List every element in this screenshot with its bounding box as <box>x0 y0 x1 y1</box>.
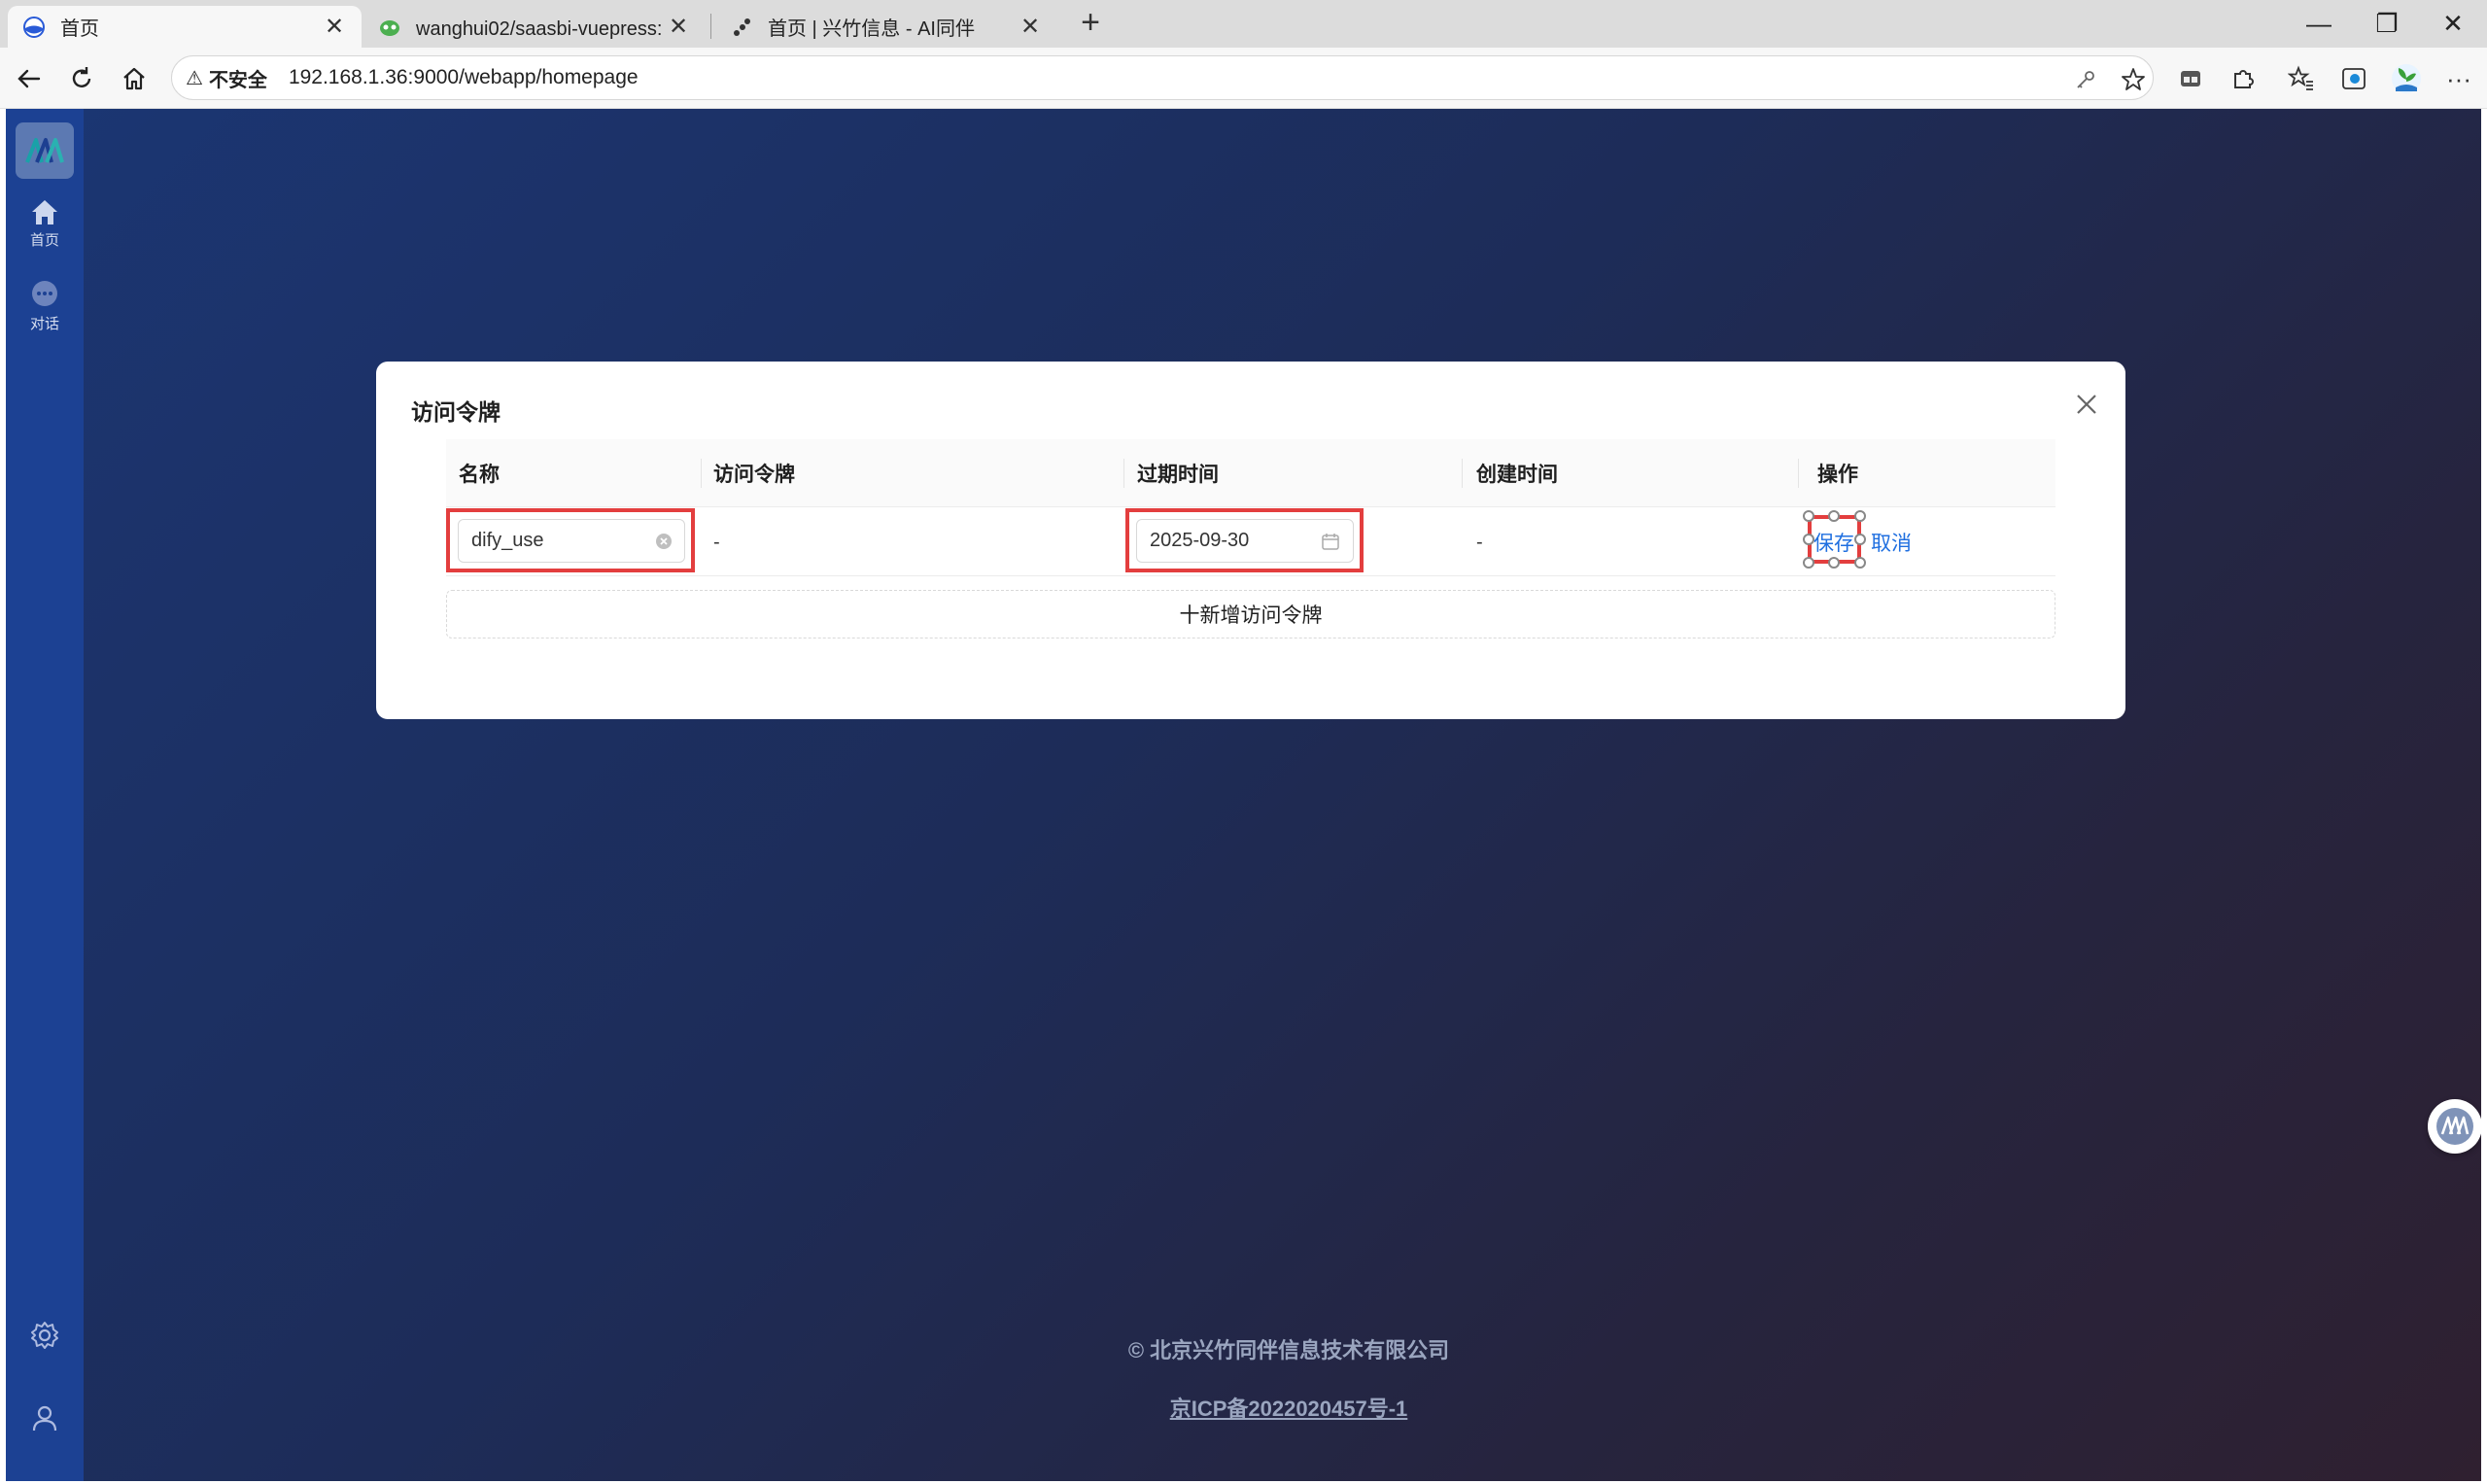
favorite-star-icon[interactable] <box>2120 66 2147 93</box>
footer-icp-link[interactable]: 京ICP备2022020457号-1 <box>1094 1392 1483 1423</box>
footer-copyright: © 北京兴竹同伴信息技术有限公司 <box>1127 1338 1450 1363</box>
close-icon <box>2077 395 2096 414</box>
calendar-icon[interactable] <box>1321 532 1340 551</box>
browser-toolbar: ⚠ 不安全 192.168.1.36:9000/webapp/homepage … <box>0 48 2487 109</box>
settings-button[interactable] <box>6 1320 84 1351</box>
app-background: 首页 对话 © 北京兴竹同伴信息技术有限公司 京ICP备2022020457号-… <box>6 109 2481 1481</box>
sidebar-item-label: 首页 <box>29 232 59 249</box>
expire-date-value: 2025-09-30 <box>1150 530 1250 551</box>
gear-icon <box>31 1322 58 1349</box>
minimize-button[interactable]: — <box>2290 4 2348 43</box>
reload-button[interactable] <box>62 59 101 98</box>
token-cell: - <box>713 531 720 553</box>
tab-close-button[interactable]: ✕ <box>667 13 690 41</box>
user-button[interactable] <box>6 1403 84 1432</box>
tab-title: 首页 | 兴竹信息 - AI同伴 <box>768 18 975 40</box>
favorites-button[interactable] <box>2282 59 2321 98</box>
xingzhu-favicon-icon <box>734 17 750 36</box>
reload-icon <box>72 67 91 87</box>
user-icon <box>32 1405 57 1432</box>
logo-icon <box>2436 1108 2473 1145</box>
tab-title: 首页 <box>60 18 99 40</box>
resize-handle <box>1854 534 1866 545</box>
tab-xingzhu-ai[interactable]: 首页 | 兴竹信息 - AI同伴 ✕ <box>715 6 1057 48</box>
resize-handle <box>1854 510 1866 522</box>
created-cell: - <box>1476 531 1483 553</box>
browser-tab-strip: 首页 ✕ wanghui02/saasbi-vuepress: 文档 ✕ 首页 … <box>0 0 2487 48</box>
column-separator <box>701 459 702 488</box>
warning-icon: ⚠ <box>186 67 203 89</box>
tab-close-button[interactable]: ✕ <box>1019 13 1042 41</box>
column-header-name: 名称 <box>459 464 500 486</box>
app-logo[interactable] <box>16 122 74 179</box>
url-text[interactable]: 192.168.1.36:9000/webapp/homepage <box>289 66 639 89</box>
gitee-favicon-icon <box>380 19 399 36</box>
window-close-button[interactable]: ✕ <box>2424 4 2482 43</box>
dialog-close-button[interactable] <box>2071 389 2102 420</box>
edge-copilot-icon <box>2342 68 2366 89</box>
column-header-expire: 过期时间 <box>1137 464 1219 486</box>
clear-icon[interactable] <box>655 533 673 550</box>
puzzle-icon <box>2234 70 2254 88</box>
column-header-token: 访问令牌 <box>713 464 795 486</box>
site-favicon-icon <box>23 16 45 38</box>
back-button[interactable] <box>10 59 49 98</box>
add-access-token-button[interactable]: 十新增访问令牌 <box>446 590 2055 638</box>
home-outline-icon <box>123 67 145 90</box>
name-input[interactable]: dify_use <box>458 519 685 563</box>
tab-separator <box>710 14 711 39</box>
password-key-icon[interactable] <box>2072 66 2099 93</box>
home-button[interactable] <box>115 59 154 98</box>
sidebar-item-chat[interactable]: 对话 <box>6 280 84 333</box>
address-bar[interactable]: ⚠ 不安全 192.168.1.36:9000/webapp/homepage <box>171 55 2154 100</box>
table-header: 名称 访问令牌 过期时间 创建时间 操作 <box>446 439 2055 507</box>
save-button[interactable]: 保存 <box>1813 528 1854 557</box>
column-separator <box>1798 459 1799 488</box>
apps-icon <box>2181 71 2200 86</box>
favorites-list-icon <box>2288 65 2313 90</box>
edge-sidebar-button[interactable] <box>2334 59 2373 98</box>
profile-plant-icon <box>2392 64 2421 93</box>
logo-icon <box>25 138 64 163</box>
resize-handle <box>1828 510 1840 522</box>
restore-button[interactable]: ❐ <box>2358 4 2416 43</box>
extensions-button[interactable] <box>2224 59 2262 98</box>
name-input-value: dify_use <box>471 530 544 551</box>
floating-assistant-button[interactable] <box>2428 1099 2481 1154</box>
arrow-left-icon <box>17 69 41 88</box>
browser-menu-button[interactable]: ··· <box>2439 59 2478 98</box>
collections-button[interactable] <box>2171 59 2210 98</box>
sidebar-item-label: 对话 <box>29 316 59 332</box>
tab-home[interactable]: 首页 ✕ <box>8 6 362 48</box>
column-separator <box>1123 459 1124 488</box>
resize-handle <box>1803 557 1814 569</box>
tab-close-button[interactable]: ✕ <box>323 13 346 41</box>
dialog-title: 访问令牌 <box>411 399 501 425</box>
tab-saasbi-vuepress[interactable]: wanghui02/saasbi-vuepress: 文档 ✕ <box>363 6 706 48</box>
column-separator <box>1462 459 1463 488</box>
sidebar: 首页 对话 <box>6 109 84 1481</box>
column-header-created: 创建时间 <box>1476 464 1558 486</box>
profile-button[interactable] <box>2387 59 2426 98</box>
expire-date-picker[interactable]: 2025-09-30 <box>1136 519 1354 563</box>
tab-title: wanghui02/saasbi-vuepress: 文档 <box>416 18 667 40</box>
sidebar-item-home[interactable]: 首页 <box>6 198 84 250</box>
access-token-dialog: 访问令牌 名称 访问令牌 过期时间 创建时间 操作 - - dify_use 2… <box>376 362 2125 719</box>
resize-handle <box>1854 557 1866 569</box>
column-header-actions: 操作 <box>1817 464 1858 486</box>
chat-bubble-icon <box>32 281 57 306</box>
cancel-button[interactable]: 取消 <box>1871 528 1912 557</box>
resize-handle <box>1828 557 1840 569</box>
resize-handle <box>1803 510 1814 522</box>
new-tab-button[interactable]: + <box>1073 6 1108 41</box>
insecure-label[interactable]: 不安全 <box>209 64 267 92</box>
home-icon <box>32 200 57 224</box>
